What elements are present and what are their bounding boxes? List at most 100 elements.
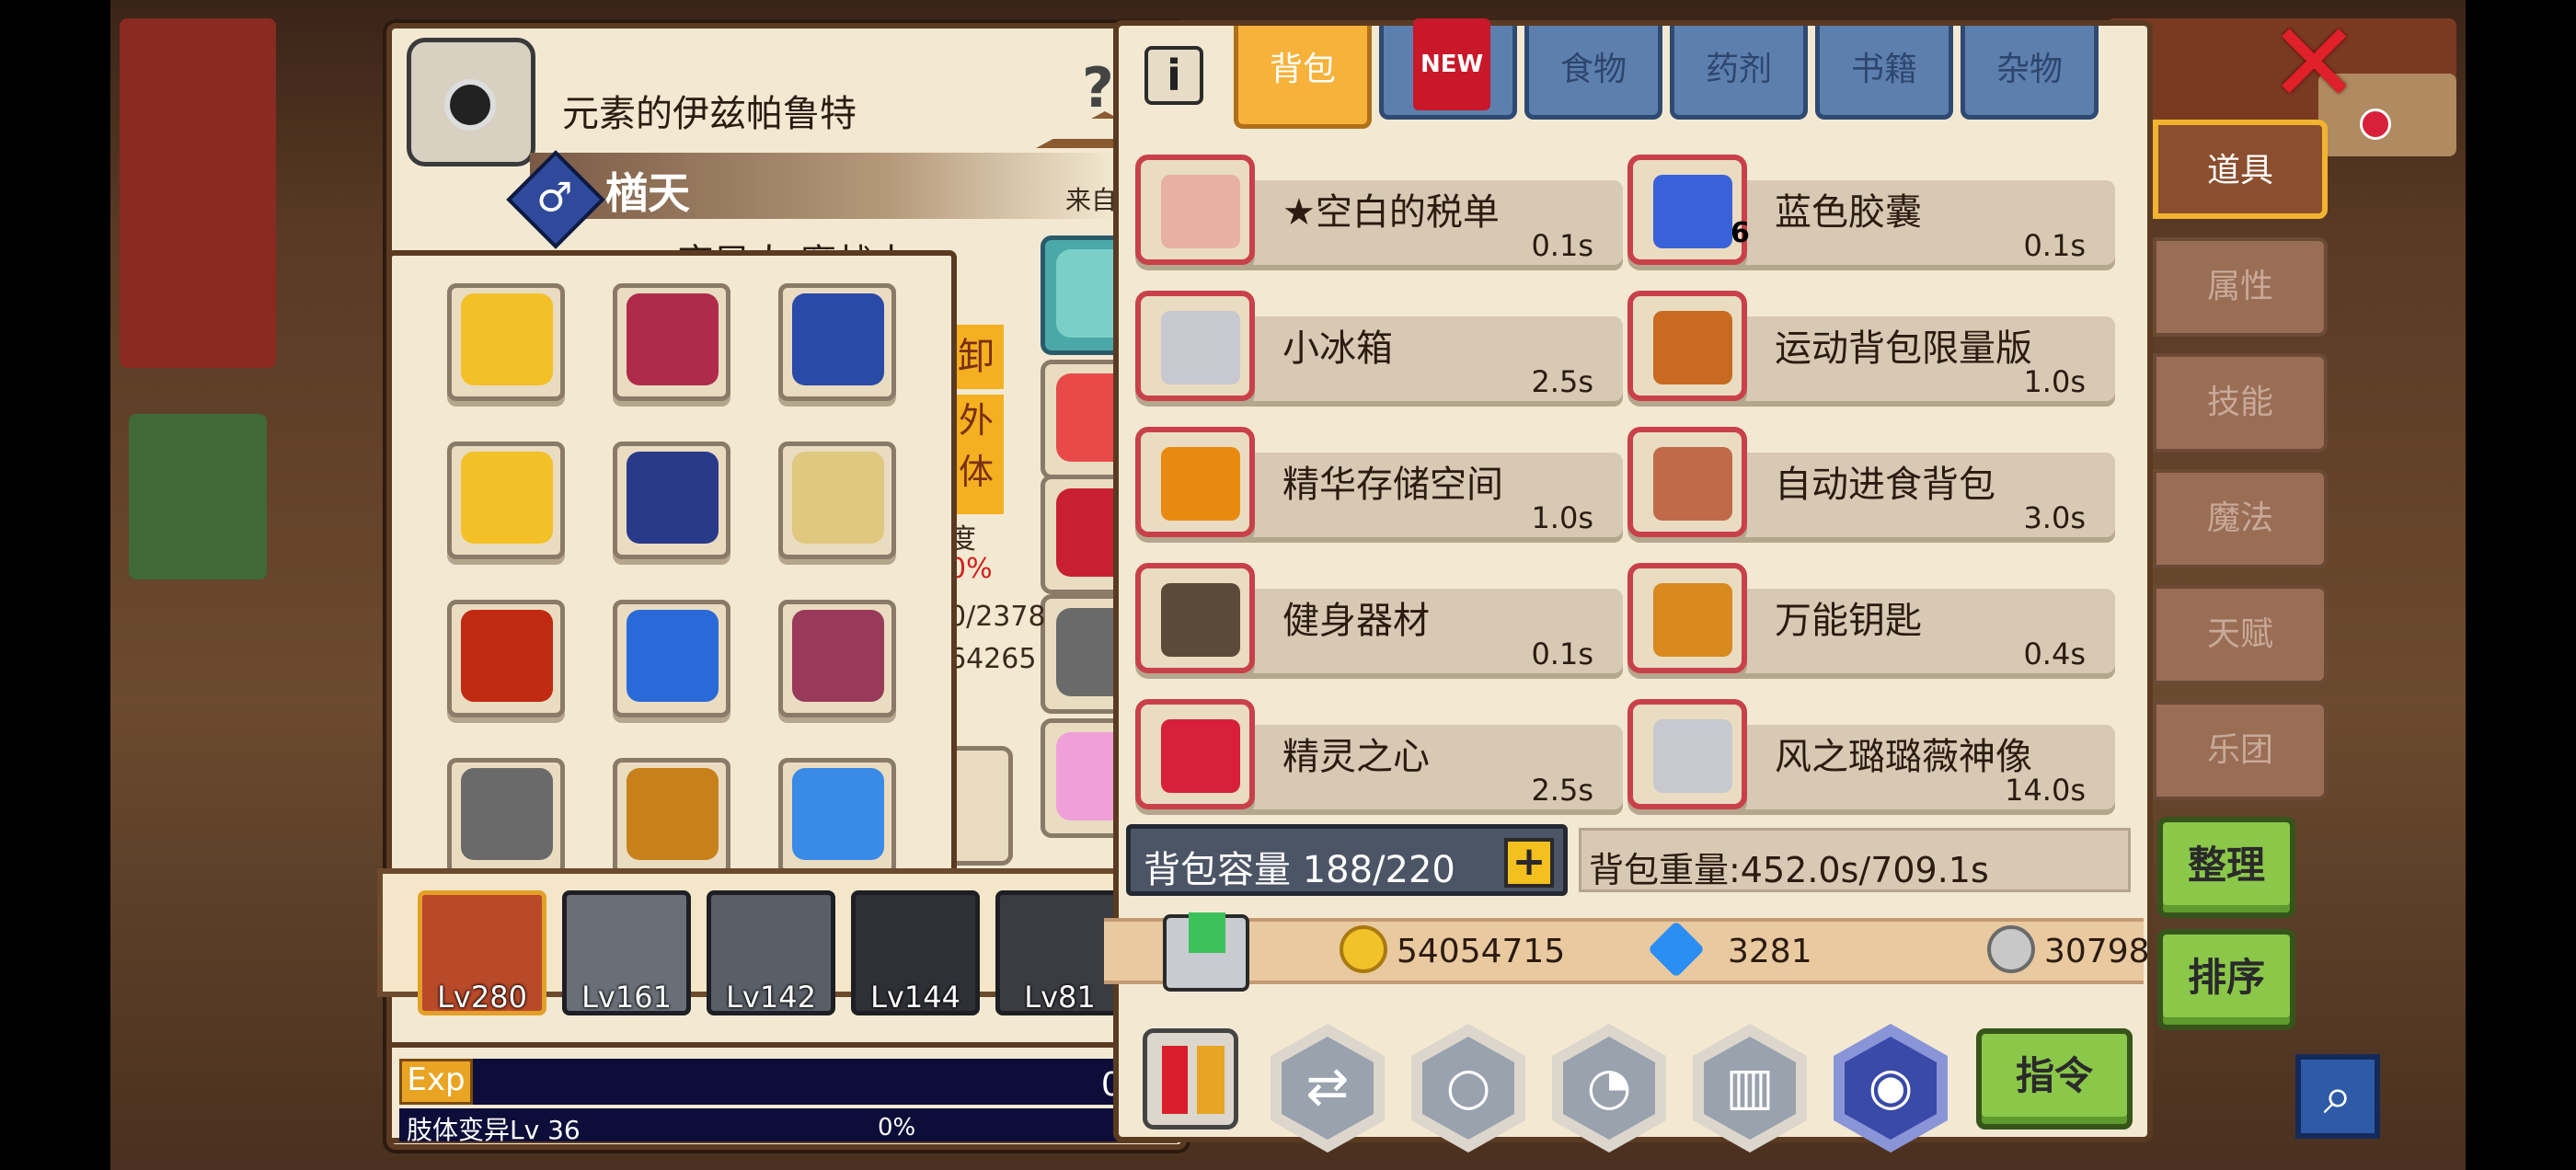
inventory-item[interactable]: 健身器材 0.1s (1135, 563, 1623, 675)
inventory-item[interactable]: 风之璐璐薇神像 14.0s (1627, 699, 2115, 811)
equipment-slot[interactable] (447, 600, 565, 717)
number-list-icon (1197, 1046, 1225, 1114)
silver-coin-icon (1987, 925, 2035, 973)
boot-icon (627, 768, 719, 860)
currency-bar: 54054715 3281 30798 (1104, 912, 2150, 992)
item-frame (1135, 291, 1255, 401)
team-member[interactable]: Lv142 (707, 890, 835, 1015)
item-frame (1627, 699, 1747, 809)
inventory-item[interactable]: 自动进食背包 3.0s (1627, 427, 2115, 539)
equipment-slot[interactable] (613, 442, 730, 559)
equipment-slot[interactable] (613, 283, 730, 401)
tab-4[interactable]: 书籍 (1815, 26, 1953, 120)
auto-food-backpack-icon (1653, 447, 1732, 521)
diamond-icon (1647, 920, 1706, 979)
portal-button[interactable]: ◉ (1834, 1024, 1948, 1153)
side-tab-2[interactable]: 技能 (2153, 353, 2328, 453)
member-level: Lv280 (437, 980, 527, 1015)
inventory-item[interactable]: 精华存储空间 1.0s (1135, 427, 1623, 539)
unequip-button[interactable]: 卸 (949, 325, 1004, 389)
new-badge: NEW (1413, 18, 1491, 110)
command-button[interactable]: 指令 (1976, 1028, 2133, 1130)
exp-panel: Exp 0% 肢体变异Lv 36 0% (386, 1042, 1178, 1145)
diamond-amount: 3281 (1728, 933, 1812, 970)
capacity-box: 背包容量 188/220 + (1126, 824, 1568, 896)
inventory-item[interactable]: ★空白的税单 0.1s (1135, 155, 1623, 267)
hp-value: 0/2378 (949, 601, 1046, 633)
tab-label: 药剂 (1705, 51, 1772, 88)
crest-icon (407, 38, 535, 166)
team-member[interactable]: Lv280 (418, 890, 546, 1015)
download-icon (1189, 912, 1225, 953)
book-button[interactable]: ▥ (1693, 1024, 1807, 1153)
item-frame (1135, 699, 1255, 809)
inventory-item[interactable]: 精灵之心 2.5s (1135, 699, 1623, 811)
side-tab-5[interactable]: 乐团 (2153, 701, 2328, 800)
inventory-item[interactable]: 万能钥匙 0.4s (1627, 563, 2115, 675)
portal-icon: ◉ (1845, 1037, 1937, 1140)
team-member[interactable]: Lv144 (851, 890, 980, 1015)
item-weight: 0.1s (1531, 637, 1593, 671)
info-button[interactable]: i (1144, 46, 1203, 105)
equipment-slot[interactable] (613, 600, 730, 717)
search-item-button[interactable]: ○ (1411, 1024, 1525, 1153)
item-frame (1135, 155, 1255, 265)
heart-icon (1161, 719, 1240, 793)
blue-capsule-icon (1653, 175, 1732, 248)
filter-button[interactable]: ◔ (1552, 1024, 1666, 1153)
capacity-text: 背包容量 188/220 (1144, 849, 1455, 891)
search-icon[interactable]: ⌕ (2295, 1054, 2380, 1139)
exp-label: Exp (399, 1059, 473, 1105)
expand-capacity-button[interactable]: + (1504, 838, 1554, 888)
equipment-slot[interactable] (613, 758, 730, 870)
swap-icon: ⇄ (1282, 1037, 1374, 1140)
inventory-item[interactable]: 运动背包限量版 1.0s (1627, 291, 2115, 403)
exp-bar: Exp 0% (399, 1059, 1167, 1105)
tab-0[interactable]: 背包 (1234, 26, 1372, 129)
item-weight: 3.0s (2023, 500, 2086, 535)
number-sort-button[interactable] (1143, 1028, 1238, 1130)
equipment-slot[interactable] (778, 600, 896, 717)
equipment-slot[interactable] (778, 758, 896, 870)
filter-icon: ◔ (1563, 1037, 1655, 1140)
master-key-icon (1653, 583, 1732, 657)
item-weight: 2.5s (1531, 364, 1593, 399)
appearance-button[interactable]: 外体 (949, 395, 1004, 514)
tab-label: 书籍 (1850, 51, 1917, 88)
notification-dot (2360, 109, 2391, 140)
close-icon[interactable]: ✕ (2268, 9, 2361, 120)
side-tab-0[interactable]: 道具 (2153, 120, 2328, 219)
tab-1[interactable]: 装备NEW (1379, 18, 1517, 120)
tab-5[interactable]: 杂物 (1961, 26, 2099, 120)
team-member[interactable]: Lv161 (562, 890, 691, 1015)
item-name: 风之璐璐薇神像 (1775, 736, 2032, 778)
equipment-slot[interactable] (447, 442, 565, 559)
member-level: Lv144 (870, 980, 960, 1015)
item-weight: 2.5s (1531, 773, 1593, 808)
inventory-item[interactable]: 小冰箱 2.5s (1135, 291, 1623, 403)
equipment-slot[interactable] (778, 442, 896, 559)
tidy-button[interactable]: 整理 (2157, 817, 2295, 918)
tab-3[interactable]: 药剂 (1670, 26, 1808, 120)
silver-amount: 30798 (2044, 933, 2150, 970)
item-name: 精华存储空间 (1282, 464, 1503, 506)
storage-button[interactable] (1163, 912, 1249, 992)
scythe-icon (461, 768, 553, 860)
side-tab-1[interactable]: 属性 (2153, 237, 2328, 337)
limb-bar: 肢体变异Lv 36 0% (399, 1108, 1167, 1145)
equipment-slot[interactable] (778, 283, 896, 401)
member-level: Lv81 (1024, 980, 1096, 1015)
swap-button[interactable]: ⇄ (1271, 1024, 1385, 1153)
item-weight: 0.1s (2023, 228, 2086, 263)
mp-value: 64265 (949, 643, 1037, 675)
equipment-slot[interactable] (447, 283, 565, 401)
order-button[interactable]: 排序 (2157, 929, 2295, 1030)
tab-2[interactable]: 食物 (1524, 26, 1662, 120)
inventory-item[interactable]: 蓝色胶囊 0.1s 6 (1627, 155, 2115, 267)
side-tab-4[interactable]: 天赋 (2153, 585, 2328, 684)
equipment-slot[interactable] (447, 758, 565, 870)
tab-label: 食物 (1559, 51, 1627, 88)
side-tab-3[interactable]: 魔法 (2153, 469, 2328, 568)
game-scene: 元素的伊兹帕鲁特 ? 楢天 ♂ 来自北京 变异人 魔战士 卸 外体 度 0% 0… (110, 0, 2466, 1170)
red-armor-icon (461, 610, 553, 702)
